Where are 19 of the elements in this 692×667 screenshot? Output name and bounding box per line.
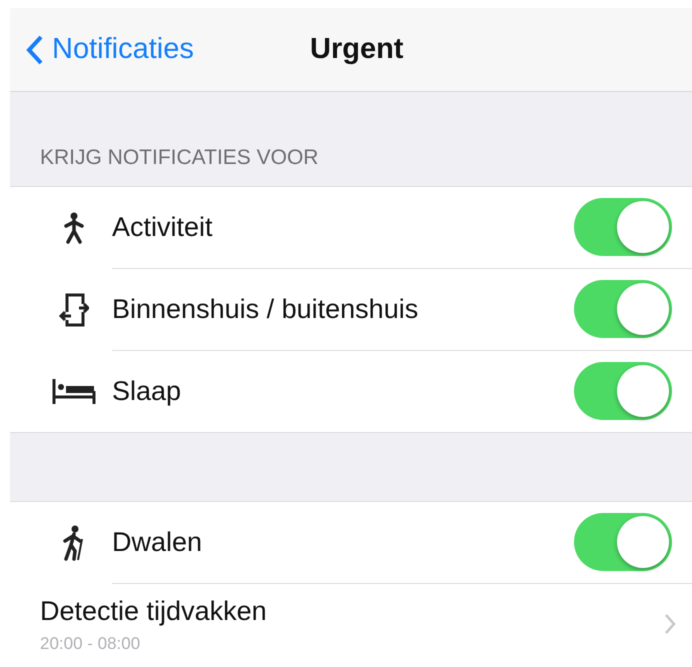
walking-person-icon: [63, 212, 85, 244]
toggle-switch[interactable]: [574, 513, 672, 571]
toggle-switch[interactable]: [574, 280, 672, 338]
setting-label: Binnenshuis / buitenshuis: [112, 292, 420, 326]
chevron-right-icon: [664, 612, 676, 634]
door-arrows-icon: [59, 292, 89, 328]
toggle-switch[interactable]: [574, 198, 672, 256]
bed-icon: [51, 377, 97, 405]
toggle-switch[interactable]: [574, 362, 672, 420]
section-header: KRIJG NOTIFICATIES VOOR: [39, 145, 320, 171]
setting-label: Activiteit: [112, 210, 214, 244]
setting-label: Slaap: [112, 374, 182, 408]
setting-detail: 20:00 - 08:00: [40, 633, 142, 655]
back-chevron-icon: [26, 34, 44, 66]
setting-label: Dwalen: [112, 526, 204, 559]
settings-link-row[interactable]: Detectie tijdvakken 20:00 - 08:00: [10, 584, 692, 664]
back-button[interactable]: Notificaties: [10, 28, 194, 72]
screen-title: Urgent: [310, 32, 404, 67]
setting-label: Detectie tijdvakken: [40, 594, 268, 628]
